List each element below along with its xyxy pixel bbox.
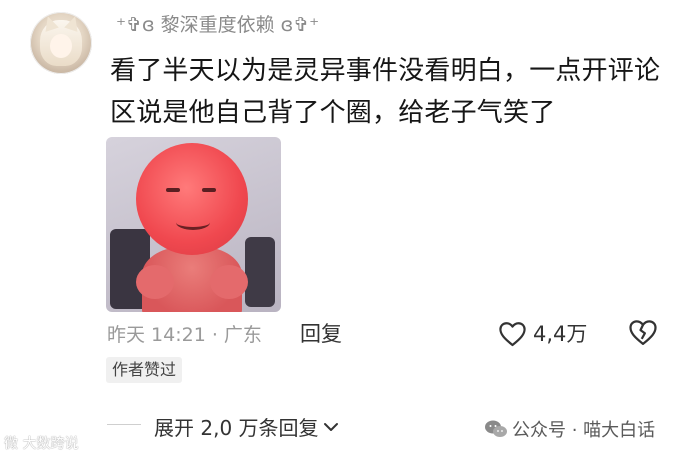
expand-divider bbox=[107, 424, 141, 425]
like-button[interactable]: 4,4万 bbox=[498, 318, 587, 348]
comment-text-line-2: 区说是他自己背了个圈，给老子气笑了 bbox=[110, 98, 556, 128]
sticker-eye-right bbox=[202, 188, 216, 192]
comment-text: 看了半天以为是灵异事件没看明白，一点开评论 区说是他自己背了个圈，给老子气笑了 bbox=[110, 50, 670, 134]
sticker-head bbox=[136, 143, 248, 255]
wechat-icon bbox=[485, 420, 507, 437]
author-liked-badge: 作者赞过 bbox=[106, 357, 183, 383]
like-count: 4,4万 bbox=[533, 322, 588, 346]
comment-timestamp: 昨天 14:21 · 广东 bbox=[107, 324, 262, 346]
sticker-image[interactable] bbox=[106, 137, 281, 312]
sticker-leg-left bbox=[136, 265, 174, 299]
broken-heart-icon[interactable] bbox=[628, 318, 658, 346]
sticker-leg-right bbox=[210, 265, 248, 299]
user-avatar[interactable] bbox=[30, 12, 92, 74]
sticker-mouth bbox=[176, 215, 210, 230]
sticker-chair-back bbox=[245, 237, 275, 307]
sticker-eye-left bbox=[166, 188, 180, 192]
chevron-down-icon bbox=[323, 422, 338, 431]
expand-replies-button[interactable]: 展开 2,0 万条回复 bbox=[154, 412, 340, 441]
reply-button[interactable]: 回复 bbox=[300, 318, 342, 348]
comment-text-line-1: 看了半天以为是灵异事件没看明白，一点开评论 bbox=[110, 56, 661, 86]
watermark-right-text: 公众号 · 喵大白话 bbox=[512, 420, 656, 441]
expand-replies-label: 展开 2,0 万条回复 bbox=[154, 416, 319, 440]
username[interactable]: ⁺✞ɞ 黎深重度依赖 ɞ✞⁺ bbox=[116, 10, 319, 37]
watermark-right: 公众号 · 喵大白话 bbox=[484, 416, 655, 442]
watermark-left: 微 大数跨说 bbox=[4, 436, 79, 452]
avatar-face bbox=[50, 34, 72, 58]
heart-outline-icon bbox=[499, 321, 526, 346]
